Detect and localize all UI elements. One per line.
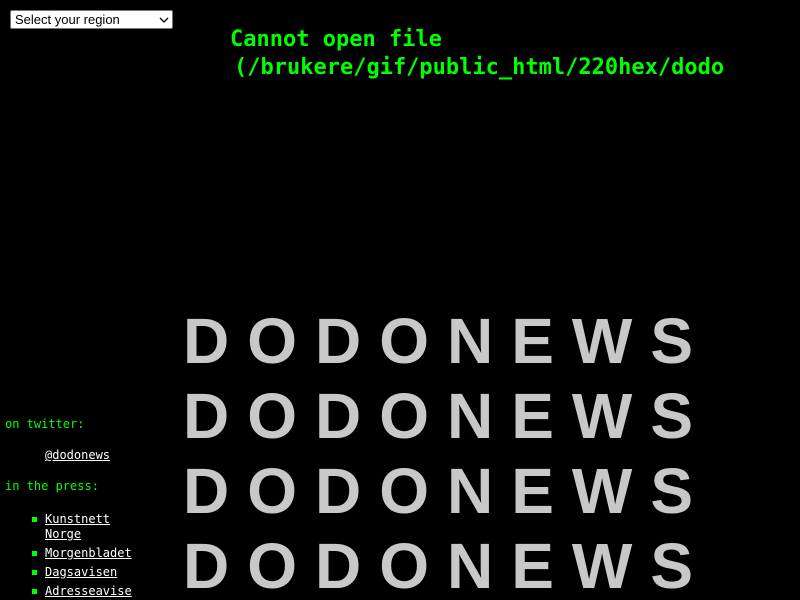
dodonews-banner: DODONEWS DODONEWS DODONEWS DODONEWS bbox=[183, 305, 800, 600]
chevron-down-icon bbox=[156, 11, 172, 28]
region-select-value: Select your region bbox=[15, 12, 120, 27]
press-link-adresseavisen[interactable]: Adresseavisen bbox=[45, 584, 135, 600]
press-link-kunstnett-norge[interactable]: Kunstnett Norge bbox=[45, 512, 135, 542]
bullet-icon bbox=[32, 570, 37, 575]
press-link-morgenbladet[interactable]: Morgenbladet bbox=[45, 546, 135, 561]
twitter-heading: on twitter: bbox=[5, 417, 85, 431]
bullet-icon bbox=[32, 551, 37, 556]
press-list-item: Kunstnett Norge bbox=[5, 512, 175, 542]
banner-row: DODONEWS bbox=[183, 530, 711, 600]
banner-row: DODONEWS bbox=[183, 305, 711, 377]
press-heading: in the press: bbox=[5, 479, 99, 493]
error-message: Cannot open file (/brukere/gif/public_ht… bbox=[230, 26, 800, 82]
press-list-item: Morgenbladet bbox=[5, 546, 175, 561]
error-message-line2: (/brukere/gif/public_html/220hex/dodo bbox=[234, 55, 725, 80]
bullet-icon bbox=[32, 517, 37, 522]
press-list-item: Dagsavisen bbox=[5, 565, 175, 580]
twitter-handle-link[interactable]: @dodonews bbox=[45, 447, 110, 463]
bullet-icon bbox=[32, 589, 37, 594]
press-list: Kunstnett Norge Morgenbladet Dagsavisen … bbox=[5, 512, 175, 600]
banner-row: DODONEWS bbox=[183, 455, 711, 527]
region-select[interactable]: Select your region bbox=[10, 10, 173, 29]
error-message-line1: Cannot open file bbox=[230, 27, 442, 52]
press-link-dagsavisen[interactable]: Dagsavisen bbox=[45, 565, 135, 580]
press-list-item: Adresseavisen bbox=[5, 584, 175, 600]
banner-row: DODONEWS bbox=[183, 380, 711, 452]
